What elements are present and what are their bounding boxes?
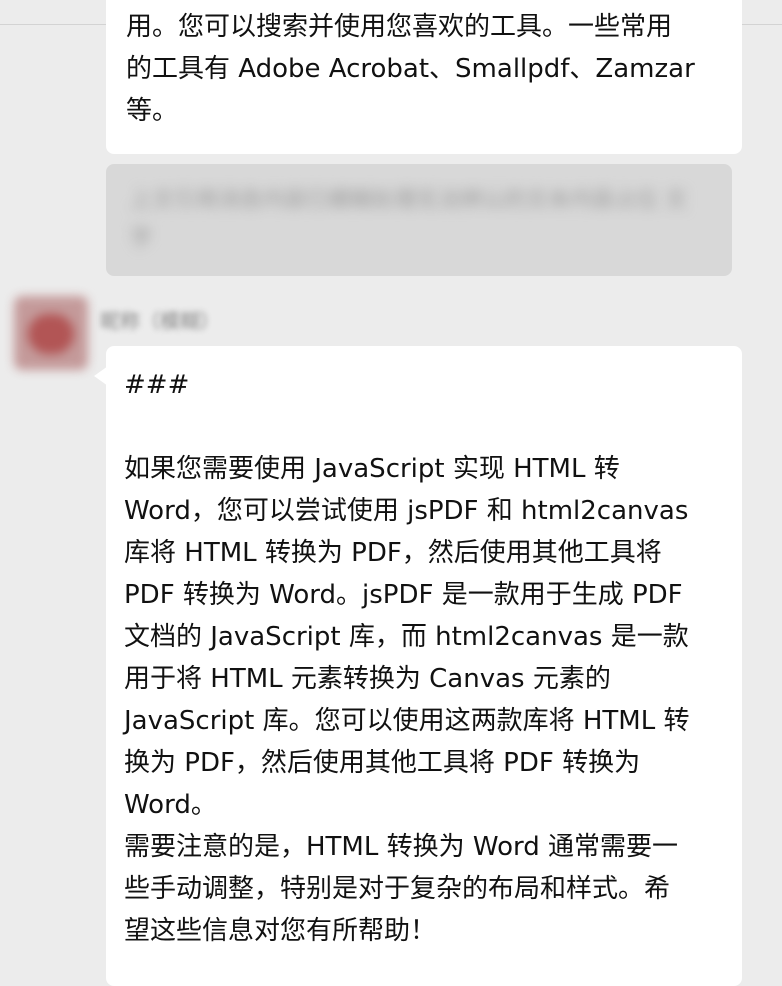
- message-line: 需要注意的是，HTML 转换为 Word 通常需要一: [124, 832, 678, 862]
- message-bubble-main[interactable]: ### 如果您需要使用 JavaScript 实现 HTML 转 Word，您可…: [106, 346, 742, 986]
- message-heading: ###: [124, 370, 190, 400]
- message-line: 等。: [126, 96, 179, 126]
- message-line: 些手动调整，特别是对于复杂的布局和样式。希: [124, 874, 671, 904]
- message-bubble-previous[interactable]: 用。您可以搜索并使用您喜欢的工具。一些常用 的工具有 Adobe Acrobat…: [106, 0, 742, 154]
- sender-name: 昵称（模糊）: [100, 309, 220, 333]
- message-line: 文档的 JavaScript 库，而 html2canvas 是一款: [124, 622, 689, 652]
- message-line: 望这些信息对您有所帮助！: [124, 916, 437, 946]
- quoted-message-block[interactable]: 上文引用消息内容已模糊处理无法辨认的文本内容占位 文字: [106, 164, 732, 276]
- message-line: 用。您可以搜索并使用您喜欢的工具。一些常用: [126, 12, 673, 42]
- avatar[interactable]: [14, 296, 88, 370]
- message-line: 库将 HTML 转换为 PDF，然后使用其他工具将: [124, 538, 662, 568]
- message-line: PDF 转换为 Word。jsPDF 是一款用于生成 PDF: [124, 580, 683, 610]
- message-line: 的工具有 Adobe Acrobat、Smallpdf、Zamzar: [126, 54, 695, 84]
- message-line: 换为 PDF，然后使用其他工具将 PDF 转换为: [124, 748, 641, 778]
- avatar-image: [28, 314, 74, 354]
- message-line: 用于将 HTML 元素转换为 Canvas 元素的: [124, 664, 611, 694]
- message-line: 如果您需要使用 JavaScript 实现 HTML 转: [124, 454, 620, 484]
- quoted-message-text: 上文引用消息内容已模糊处理无法辨认的文本内容占位 文字: [130, 188, 687, 251]
- message-line: JavaScript 库。您可以使用这两款库将 HTML 转: [124, 706, 690, 736]
- message-line: Word。: [124, 790, 217, 820]
- message-line: Word，您可以尝试使用 jsPDF 和 html2canvas: [124, 496, 689, 526]
